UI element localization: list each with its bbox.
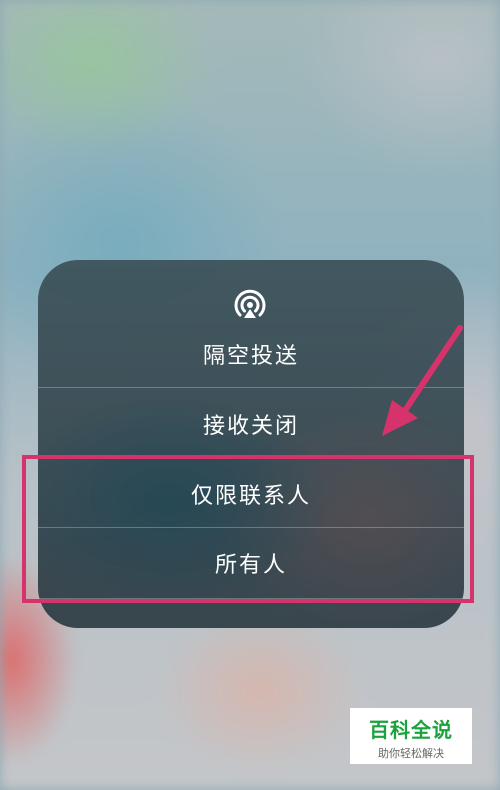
- watermark-logo: 百科全说 助你轻松解决: [350, 708, 472, 764]
- highlight-box: [22, 455, 474, 603]
- watermark-subtitle: 助你轻松解决: [378, 747, 444, 760]
- watermark-title: 百科全说: [369, 718, 453, 742]
- airdrop-icon: [234, 289, 266, 318]
- pointer-arrow-icon: [382, 325, 463, 436]
